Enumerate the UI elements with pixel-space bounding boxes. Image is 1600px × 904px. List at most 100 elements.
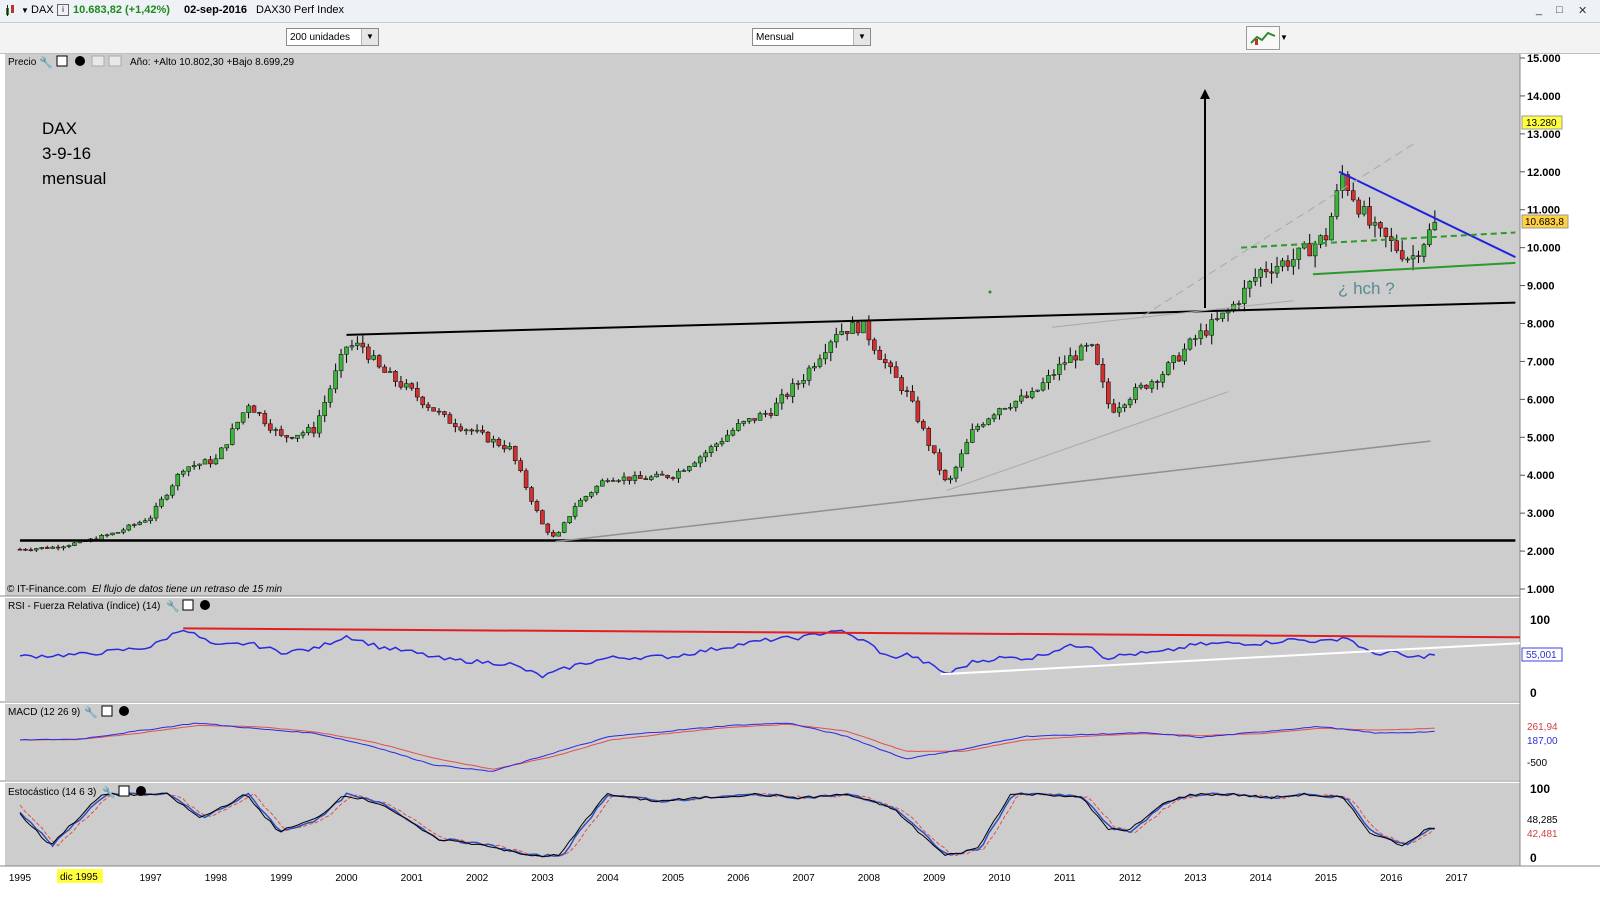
window-icon[interactable] (182, 599, 194, 611)
close-icon[interactable] (75, 56, 85, 66)
x-tick-label: 1997 (139, 873, 162, 884)
candle-body (1421, 244, 1427, 257)
candle-body (1127, 399, 1133, 406)
candle-body (1416, 255, 1421, 257)
close-icon[interactable] (119, 706, 129, 716)
candle-body (518, 460, 523, 472)
candle-body (1095, 344, 1100, 365)
x-tick-label: 2000 (335, 873, 358, 884)
candle-body (1323, 235, 1329, 241)
footer-source: © IT-Finance.com (7, 584, 86, 595)
annotation-line-2: 3-9-16 (42, 144, 91, 163)
y-tick-label: 10.000 (1527, 243, 1561, 255)
x-tick-label: 2013 (1184, 873, 1207, 884)
candle-body (1378, 222, 1383, 229)
candle-body (785, 394, 790, 397)
candle-body (1247, 281, 1253, 289)
price-panel-title: Precio (8, 57, 37, 68)
pattern-note: ¿ hch ? (1338, 279, 1395, 298)
candle-body (142, 520, 148, 523)
candle-body (561, 522, 567, 533)
wrench-icon[interactable]: 🔧 (102, 785, 116, 799)
candle-body (1432, 221, 1438, 231)
y-tick-label: 15.000 (1527, 53, 1561, 65)
candle-body (398, 381, 404, 388)
candle-body (1372, 222, 1378, 226)
stoch-tick-0: 0 (1530, 851, 1537, 865)
candle-body (882, 359, 888, 364)
candle-body (1220, 312, 1225, 319)
stoch-tick-100: 100 (1530, 782, 1550, 796)
wrench-icon[interactable]: 🔧 (84, 705, 98, 719)
candle-body (126, 524, 132, 531)
stoch-panel-title: Estocástico (14 6 3) (8, 787, 96, 798)
candle-body (937, 452, 942, 471)
paste-icon[interactable] (108, 55, 122, 67)
candle-body (529, 487, 534, 502)
candle-body (654, 473, 659, 478)
candle-body (567, 516, 572, 523)
candle-body (338, 354, 344, 372)
y-tick-label: 14.000 (1527, 91, 1561, 103)
candle-body (736, 423, 741, 431)
candle-body (621, 476, 627, 481)
candle-body (273, 429, 279, 431)
candle-body (1427, 229, 1432, 245)
candle-body (659, 473, 665, 476)
candle-body (942, 469, 948, 481)
candle-body (110, 532, 115, 536)
candle-body (1171, 355, 1176, 363)
x-tick-label: 1999 (270, 873, 293, 884)
last-price-badge: 10.683,8 (1525, 217, 1564, 228)
candle-body (1040, 382, 1046, 391)
candle-body (970, 429, 975, 443)
candle-body (257, 412, 262, 414)
candle-body (638, 475, 643, 479)
window-icon[interactable] (56, 55, 68, 67)
candle-body (578, 499, 583, 507)
y-tick-label: 3.000 (1527, 508, 1555, 520)
candle-body (910, 391, 915, 402)
wrench-icon[interactable]: 🔧 (39, 55, 53, 69)
candle-body (725, 434, 730, 442)
window-icon[interactable] (101, 705, 113, 717)
candle-body (34, 548, 39, 551)
candle-body (1253, 277, 1258, 282)
wrench-icon[interactable]: 🔧 (166, 599, 180, 613)
candle-body (1100, 364, 1106, 383)
candle-body (1383, 227, 1389, 237)
candle-body (572, 506, 578, 517)
candle-body (376, 355, 382, 368)
candle-body (72, 542, 77, 546)
close-icon[interactable] (136, 786, 146, 796)
candle-body (746, 418, 752, 422)
chart-area: 1.000 2.000 3.000 4.000 5.000 6.000 7.000 8.000… (0, 53, 1600, 904)
candle-body (1089, 344, 1095, 346)
window-icon[interactable] (118, 785, 130, 797)
candle-body (393, 371, 398, 382)
candle-body (453, 423, 458, 428)
x-tick-label: 2009 (923, 873, 946, 884)
price-panel-bg (5, 54, 1520, 596)
candle-body (589, 492, 594, 497)
candle-body (268, 423, 273, 431)
candle-body (741, 421, 746, 424)
candle-body (1269, 271, 1274, 274)
close-icon[interactable] (200, 600, 210, 610)
candle-body (1258, 269, 1263, 278)
candle-body (1361, 206, 1367, 215)
candle-body (986, 418, 991, 425)
copy-icon[interactable] (91, 55, 105, 67)
candle-body (676, 470, 681, 479)
candle-body (436, 410, 442, 413)
macd-badge-macd: 187,00 (1527, 736, 1558, 747)
candle-body (953, 466, 959, 479)
candle-body (697, 456, 703, 464)
candle-body (812, 366, 817, 369)
candle-body (474, 429, 480, 432)
candle-body (409, 383, 415, 389)
candle-body (491, 438, 496, 443)
x-tick-label: 2014 (1250, 873, 1273, 884)
candle-body (1307, 243, 1312, 257)
candle-body (757, 413, 763, 421)
